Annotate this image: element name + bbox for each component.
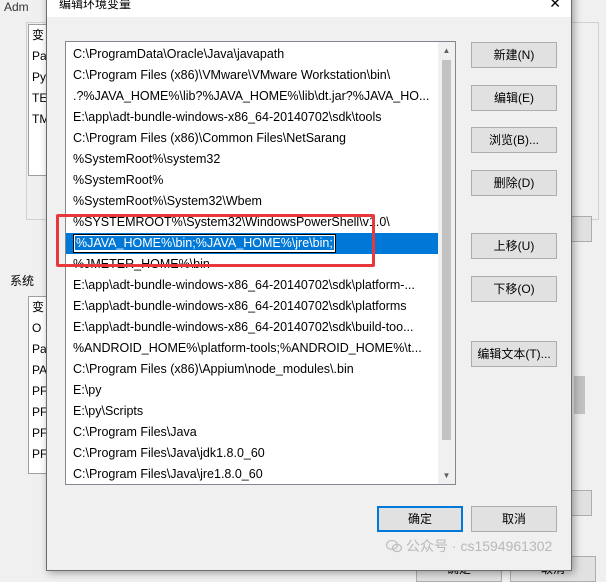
close-icon[interactable]: ✕: [549, 0, 561, 12]
list-item[interactable]: TE: [29, 88, 47, 109]
list-item[interactable]: C:\Program Files (x86)\VMware\VMware Wor…: [66, 65, 438, 86]
parent-window-title: Adm: [4, 0, 29, 14]
watermark-text: 公众号 · cs1594961302: [406, 538, 553, 554]
list-item[interactable]: E:\app\adt-bundle-windows-x86_64-2014070…: [66, 317, 438, 338]
list-item[interactable]: PF: [29, 381, 47, 402]
list-item[interactable]: PF: [29, 402, 47, 423]
edit-env-variable-dialog: 编辑环境变量 ✕ C:\ProgramData\Oracle\Java\java…: [46, 0, 572, 571]
list-item[interactable]: Py: [29, 67, 47, 88]
user-variables-group-right: [570, 22, 599, 220]
list-item[interactable]: C:\Program Files (x86)\Appium\node_modul…: [66, 359, 438, 380]
dialog-title: 编辑环境变量: [59, 0, 132, 11]
list-item[interactable]: TM: [29, 109, 47, 130]
move-down-button[interactable]: 下移(O): [471, 276, 557, 302]
list-item[interactable]: E:\app\adt-bundle-windows-x86_64-2014070…: [66, 275, 438, 296]
list-item[interactable]: C:\Program Files\Java\jdk1.8.0_60: [66, 443, 438, 464]
list-item[interactable]: PA: [29, 360, 47, 381]
system-variables-label: 系统: [8, 272, 37, 289]
list-item[interactable]: %SystemRoot%\System32\Wbem: [66, 191, 438, 212]
delete-button[interactable]: 删除(D): [471, 170, 557, 196]
list-item[interactable]: %SystemRoot%: [66, 170, 438, 191]
list-item[interactable]: 变: [29, 25, 47, 46]
list-item[interactable]: %SystemRoot%\system32: [66, 149, 438, 170]
list-item[interactable]: C:\ProgramData\Oracle\Java\javapath: [66, 44, 438, 65]
list-item[interactable]: C:\Program Files (x86)\Common Files\NetS…: [66, 128, 438, 149]
new-button[interactable]: 新建(N): [471, 42, 557, 68]
list-item[interactable]: PF: [29, 423, 47, 444]
user-variables-button-fragment[interactable]: [570, 216, 592, 242]
list-item[interactable]: Pa: [29, 46, 47, 67]
list-item[interactable]: E:\app\adt-bundle-windows-x86_64-2014070…: [66, 107, 438, 128]
scroll-up-arrow-icon[interactable]: ▲: [438, 42, 455, 59]
list-item[interactable]: C:\Program Files\Java: [66, 422, 438, 443]
list-item[interactable]: PF: [29, 444, 47, 465]
user-variables-list[interactable]: 变 Pa Py TE TM: [28, 24, 48, 176]
system-variables-list[interactable]: 变 O Pa PA PF PF PF PF: [28, 296, 48, 474]
cancel-button[interactable]: 取消: [471, 506, 557, 532]
scroll-down-arrow-icon[interactable]: ▼: [438, 467, 455, 484]
list-item[interactable]: E:\py: [66, 380, 438, 401]
watermark: 公众号 · cs1594961302: [386, 536, 552, 556]
wechat-icon: [386, 539, 402, 553]
dialog-titlebar[interactable]: 编辑环境变量 ✕: [47, 0, 571, 17]
list-item[interactable]: E:\app\adt-bundle-windows-x86_64-2014070…: [66, 296, 438, 317]
scrollbar-thumb[interactable]: [442, 60, 451, 440]
list-item[interactable]: E:\py\Scripts: [66, 401, 438, 422]
list-item[interactable]: %ANDROID_HOME%\platform-tools;%ANDROID_H…: [66, 338, 438, 359]
move-up-button[interactable]: 上移(U): [471, 233, 557, 259]
list-item[interactable]: 变: [29, 297, 47, 318]
system-variables-scrollbar[interactable]: [570, 296, 591, 472]
list-item[interactable]: O: [29, 318, 47, 339]
list-item[interactable]: .?%JAVA_HOME%\lib?%JAVA_HOME%\lib\dt.jar…: [66, 86, 438, 107]
list-item[interactable]: C:\Program Files\Java\jre1.8.0_60: [66, 464, 438, 484]
scrollbar-thumb[interactable]: [574, 376, 585, 414]
system-variables-button-fragment[interactable]: [570, 490, 592, 516]
edit-button[interactable]: 编辑(E): [471, 85, 557, 111]
list-item[interactable]: Pa: [29, 339, 47, 360]
annotation-highlight-box: [56, 214, 375, 267]
list-scrollbar[interactable]: ▲ ▼: [438, 42, 455, 484]
edit-text-button[interactable]: 编辑文本(T)...: [471, 341, 557, 367]
browse-button[interactable]: 浏览(B)...: [471, 127, 557, 153]
ok-button[interactable]: 确定: [377, 506, 463, 532]
